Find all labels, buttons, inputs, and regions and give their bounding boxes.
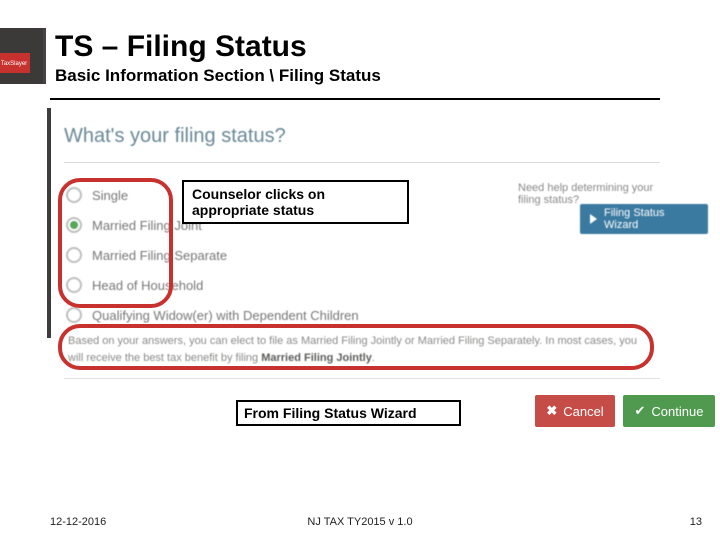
title-underline — [50, 98, 660, 100]
footer-page-number: 13 — [690, 516, 702, 528]
breadcrumb: Basic Information Section \ Filing Statu… — [55, 66, 700, 86]
continue-label: Continue — [651, 404, 703, 419]
highlight-oval-options — [58, 178, 173, 308]
cancel-label: Cancel — [563, 404, 603, 419]
close-icon: ✖ — [546, 403, 557, 419]
filing-status-wizard-button[interactable]: Filing Status Wizard — [580, 204, 708, 234]
help-prompt: Need help determining your filing status… — [518, 182, 660, 206]
option-label: Qualifying Widow(er) with Dependent Chil… — [92, 308, 359, 323]
wizard-button-label: Filing Status Wizard — [604, 207, 698, 231]
annotation-selected: Counselor clicks on appropriate status — [182, 180, 409, 224]
divider — [64, 378, 660, 379]
play-icon — [590, 214, 597, 224]
logo-text: TaxSlayer — [0, 54, 28, 74]
page-title: TS – Filing Status — [55, 30, 700, 64]
cancel-button[interactable]: ✖ Cancel — [535, 395, 615, 427]
divider — [64, 162, 660, 163]
check-icon — [635, 403, 646, 419]
continue-button[interactable]: Continue — [623, 395, 715, 427]
radio-icon — [66, 307, 82, 323]
filing-status-heading: What's your filing status? — [64, 125, 660, 148]
highlight-oval-recommendation — [58, 324, 654, 370]
annotation-wizard: From Filing Status Wizard — [236, 400, 461, 426]
footer-version: NJ TAX TY2015 v 1.0 — [0, 516, 720, 528]
decor-side-bar — [47, 108, 51, 338]
